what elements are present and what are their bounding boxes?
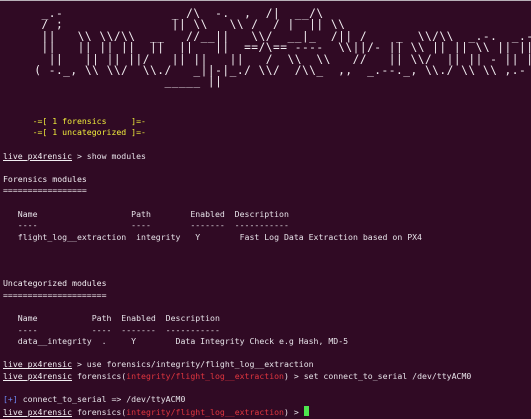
module-path: integrity/flight_log__extraction bbox=[126, 370, 284, 381]
uncategorized-count-line: -=[ 1 uncategorized ]=- bbox=[3, 127, 146, 138]
info-text: connect_to_serial => /dev/ttyACM0 bbox=[17, 394, 186, 405]
prompt-name: live_px4rensic bbox=[3, 150, 73, 161]
command-line-use-module: live_px4rensic > use forensics/integrity… bbox=[3, 359, 531, 371]
prompt-name: live_px4rensic bbox=[3, 406, 73, 417]
forensics-modules-title: Forensics modules bbox=[3, 173, 87, 184]
module-path: integrity/flight_log__extraction bbox=[126, 406, 284, 417]
window-top-border bbox=[0, 0, 531, 1]
forensics-modules-rule: ================= bbox=[3, 185, 87, 196]
forensics-count-line: -=[ 1 forensics ]=- bbox=[3, 115, 146, 126]
command-text: > show modules bbox=[72, 150, 146, 161]
uncategorized-table-row: data__integrity . Y Data Integrity Check… bbox=[3, 336, 349, 347]
uncategorized-table-header: Name Path Enabled Description bbox=[3, 312, 220, 323]
command-text: ) > set connect_to_serial /dev/ttyACM0 bbox=[284, 370, 472, 381]
prompt-name: live_px4rensic bbox=[3, 370, 73, 381]
terminal-window[interactable]: _.- _ /\ -. , /| __/\ / ; || \\ \\ / / |… bbox=[0, 0, 531, 419]
module-prefix: forensics( bbox=[72, 406, 127, 417]
uncategorized-modules-rule: ===================== bbox=[3, 289, 107, 300]
command-line-show-modules: live_px4rensic > show modules bbox=[3, 151, 531, 163]
uncategorized-table-dashes: ---- ---- ------- ----------- bbox=[3, 324, 220, 335]
forensics-table-header: Name Path Enabled Description bbox=[3, 208, 289, 219]
command-line-set-serial: live_px4rensic forensics(integrity/fligh… bbox=[3, 371, 531, 383]
command-text: > use forensics/integrity/flight_log__ex… bbox=[72, 359, 314, 370]
forensics-table-dashes: ---- ---- ------- ----------- bbox=[3, 220, 289, 231]
prompt-name: live_px4rensic bbox=[3, 359, 73, 370]
prompt-suffix: ) > bbox=[284, 406, 304, 417]
ascii-banner: _.- _ /\ -. , /| __/\ / ; || \\ \\ / / |… bbox=[34, 7, 531, 89]
command-line-active[interactable]: live_px4rensic forensics(integrity/fligh… bbox=[3, 405, 531, 419]
forensics-table-row: flight_log__extraction integrity Y Fast … bbox=[3, 231, 422, 242]
uncategorized-modules-title: Uncategorized modules bbox=[3, 278, 107, 289]
module-prefix: forensics( bbox=[72, 370, 127, 381]
info-line: [+] connect_to_serial => /dev/ttyACM0 bbox=[3, 394, 531, 406]
text-cursor[interactable] bbox=[303, 405, 309, 416]
info-tag: [+] bbox=[3, 394, 18, 405]
